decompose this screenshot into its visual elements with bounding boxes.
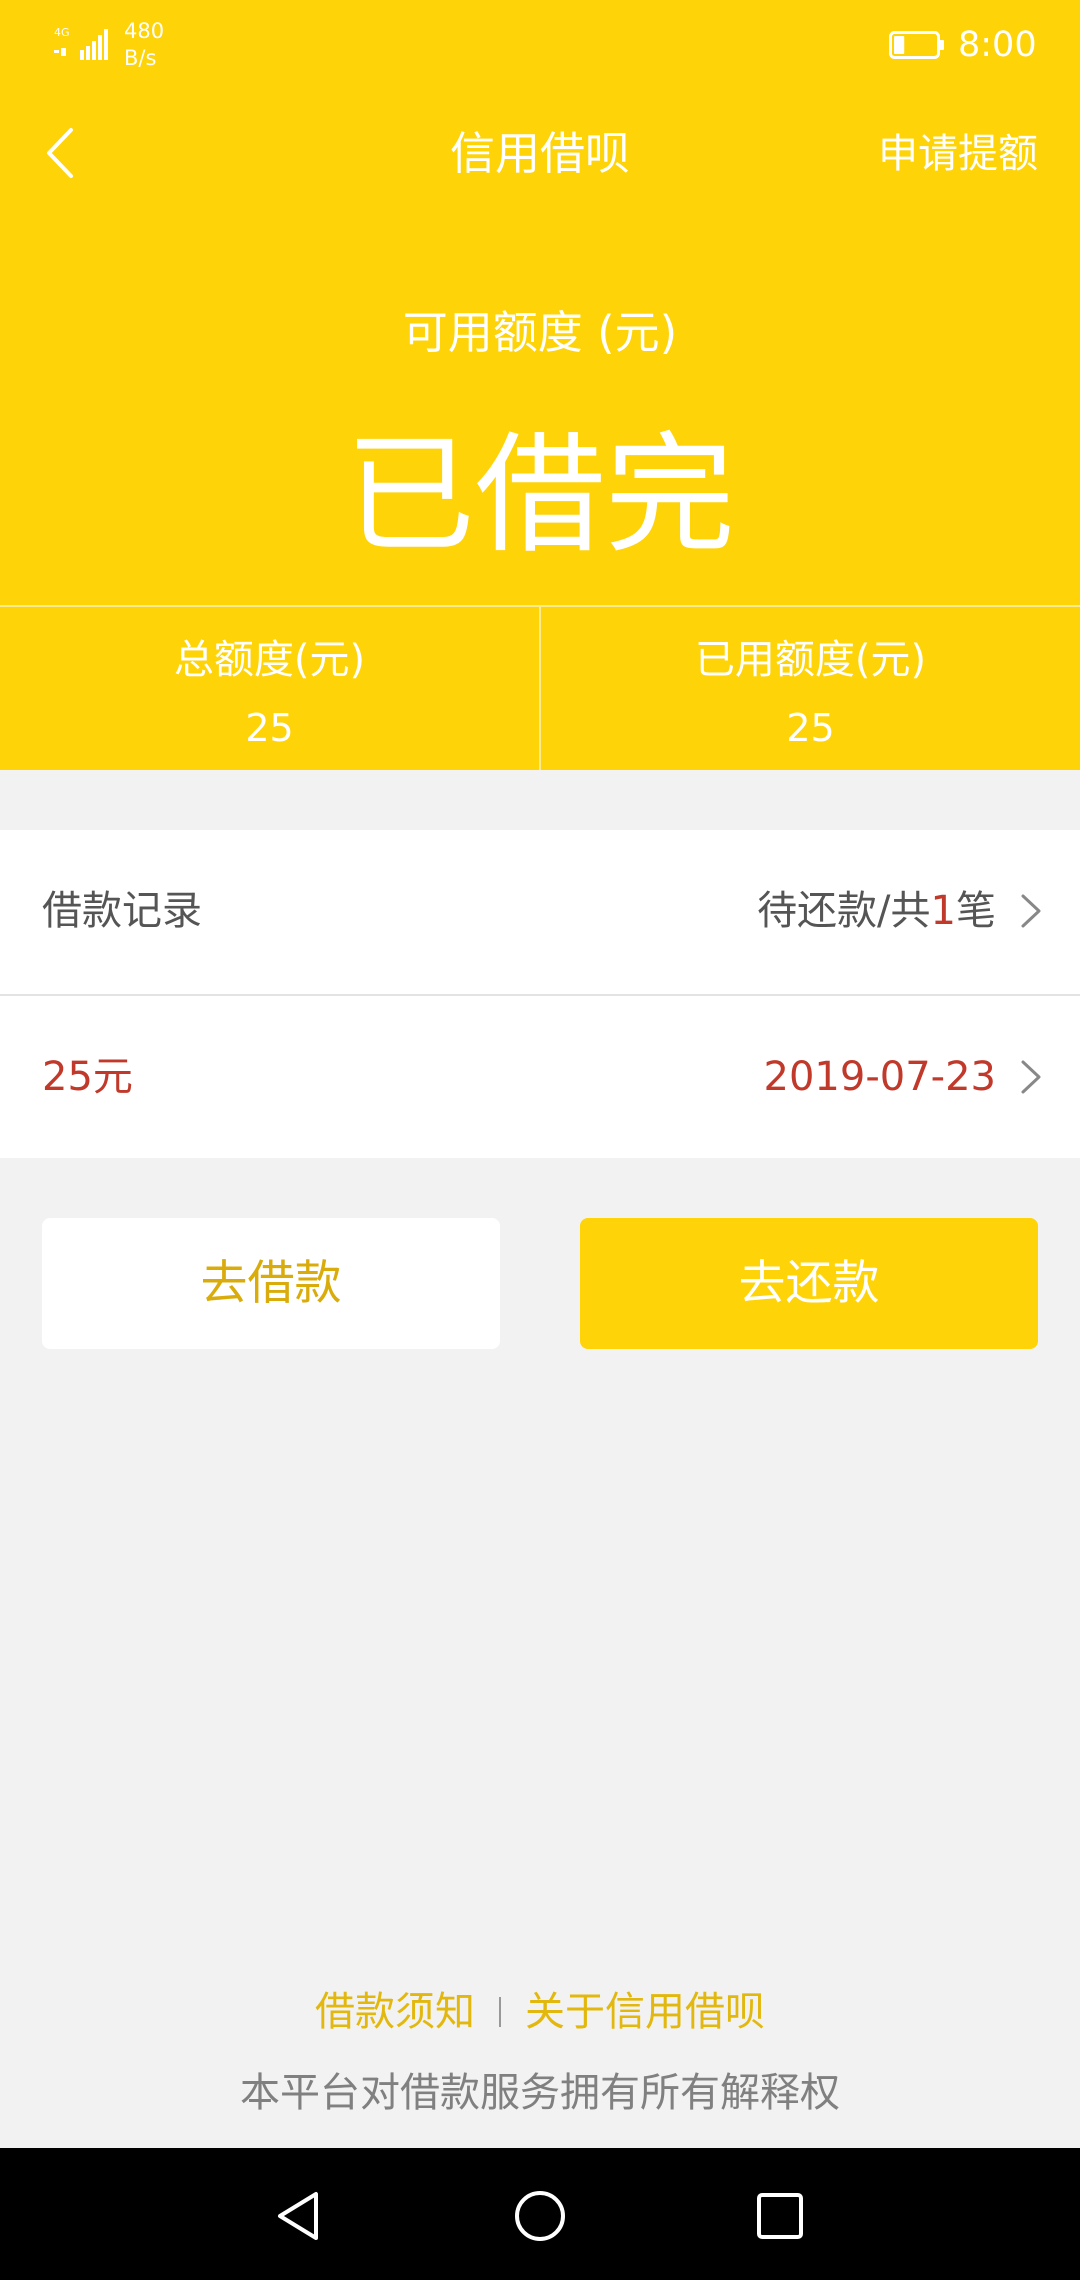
loan-records-row[interactable]: 借款记录 待还款/共1笔 [0,830,1080,994]
battery-icon [889,31,944,59]
chevron-right-icon [1021,1060,1041,1094]
total-credit-label: 总额度(元) [173,637,366,683]
total-credit: 总额度(元) 25 [0,607,539,770]
network-speed-unit: B/s [124,46,157,70]
clock: 8:00 [958,25,1037,65]
header-banner: 4G 480 B/s 8:00 信用借呗 申请提额 可用额度 (元) 已借完 总… [0,0,1080,770]
loan-item-row[interactable]: 25元 2019-07-23 [0,994,1080,1158]
network-speed-value: 480 [124,19,165,43]
footer-disclaimer: 本平台对借款服务拥有所有解释权 [240,2070,840,2116]
back-button[interactable] [32,116,88,190]
footer-divider [499,1997,501,2027]
triangle-back-icon[interactable] [270,2186,330,2246]
square-recents-icon[interactable] [750,2186,810,2246]
chevron-left-icon [47,128,73,178]
available-credit-label: 可用额度 (元) [402,306,678,359]
about-link[interactable]: 关于信用借呗 [525,1980,765,2044]
apply-increase-button[interactable]: 申请提额 [878,122,1038,186]
used-credit: 已用额度(元) 25 [539,607,1080,770]
circle-home-icon[interactable] [510,2186,570,2246]
repay-button[interactable]: 去还款 [580,1218,1038,1349]
status-prefix: 待还款/共 [757,888,931,934]
footer-links: 借款须知 关于信用借呗 [0,1980,1080,2044]
chevron-right-icon [1021,894,1041,928]
svg-text:4G: 4G [54,26,70,39]
loan-item-date: 2019-07-23 [763,1054,996,1100]
signal-4g-icon: 4G [54,26,108,60]
used-credit-label: 已用额度(元) [694,637,927,683]
loan-records-label: 借款记录 [42,888,202,934]
total-credit-value: 25 [245,706,294,750]
loan-records-status: 待还款/共1笔 [757,880,996,942]
loan-notice-link[interactable]: 借款须知 [315,1980,475,2044]
used-credit-value: 25 [786,706,835,750]
credit-stats: 总额度(元) 25 已用额度(元) 25 [0,605,1080,770]
status-suffix: 笔 [956,888,996,934]
status-count: 1 [930,888,956,934]
loan-item-amount: 25元 [42,1054,133,1100]
status-bar: 4G 480 B/s 8:00 [0,0,1080,90]
page-title: 信用借呗 [449,127,630,180]
borrow-button[interactable]: 去借款 [42,1218,500,1349]
loan-records-card: 借款记录 待还款/共1笔 25元 2019-07-23 [0,830,1080,1158]
system-navigation-bar [0,2148,1080,2280]
available-credit-value: 已借完 [344,419,735,571]
network-speed: 480 B/s [124,18,164,72]
